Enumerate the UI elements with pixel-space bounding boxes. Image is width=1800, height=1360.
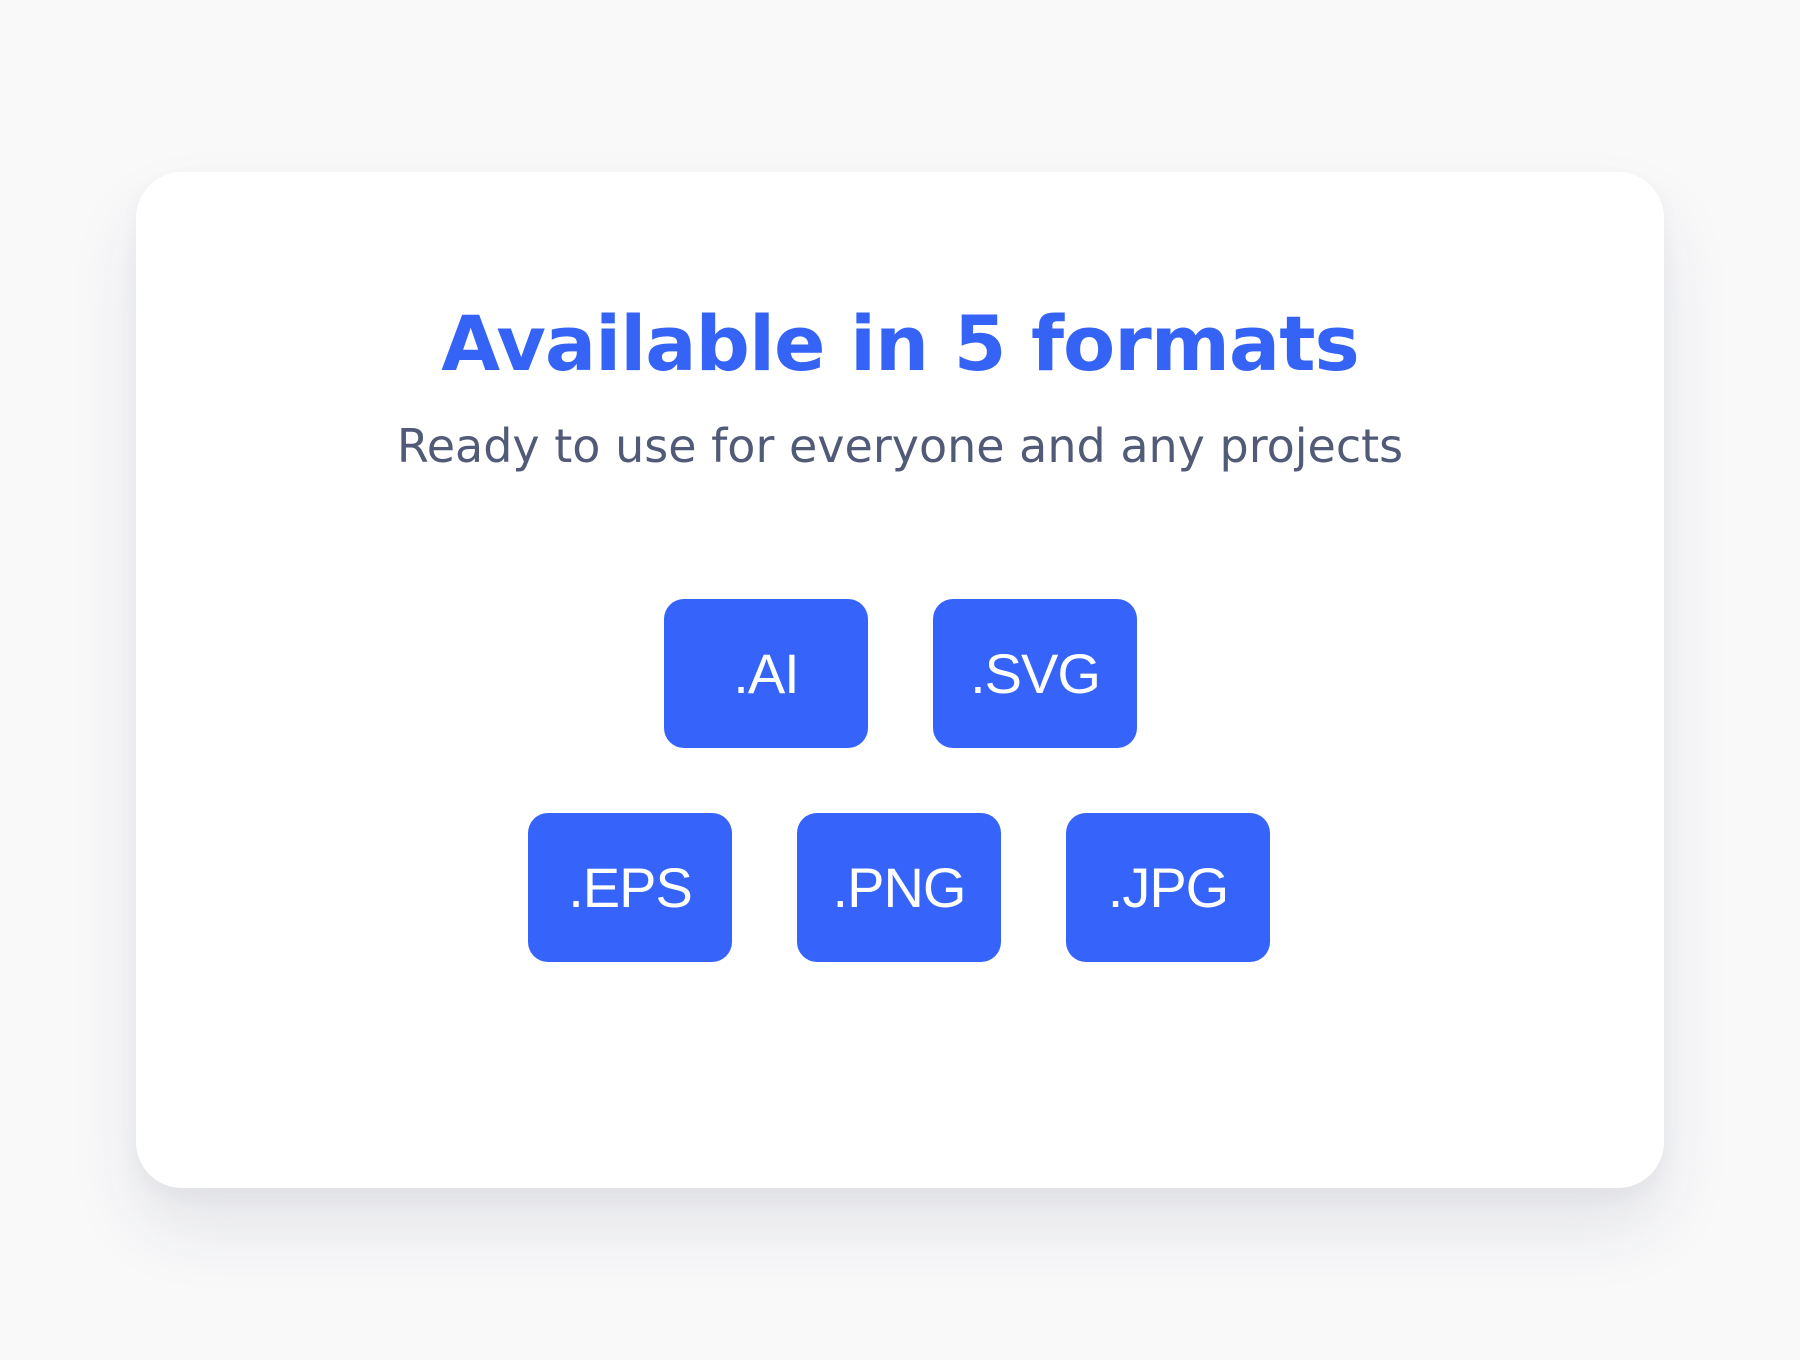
page-subtitle: Ready to use for everyone and any projec…	[396, 419, 1404, 473]
format-label-eps: .EPS	[568, 856, 693, 919]
format-tag-svg[interactable]: .SVG	[933, 599, 1137, 748]
format-tag-jpg[interactable]: .JPG	[1066, 813, 1270, 962]
page-title: Available in 5 formats	[441, 299, 1360, 388]
format-tag-png[interactable]: .PNG	[797, 813, 1001, 962]
format-label-jpg: .JPG	[1107, 856, 1229, 919]
format-label-ai: .AI	[733, 642, 799, 705]
format-label-svg: .SVG	[970, 642, 1101, 705]
format-tag-eps[interactable]: .EPS	[528, 813, 732, 962]
format-label-png: .PNG	[832, 856, 967, 919]
format-tag-ai[interactable]: .AI	[664, 599, 868, 748]
